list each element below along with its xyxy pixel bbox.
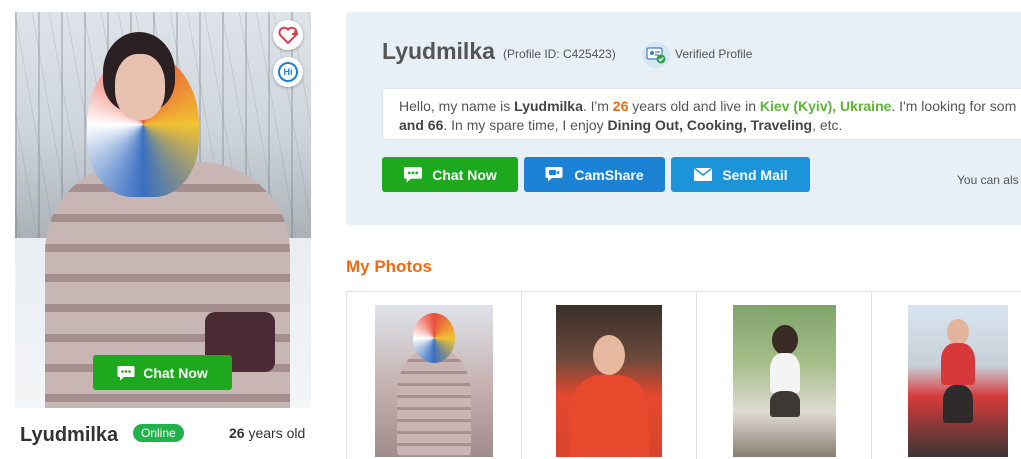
bio-text: . I'm looking for som: [891, 98, 1017, 114]
photo-thumbnail[interactable]: [908, 305, 1008, 457]
send-mail-label: Send Mail: [722, 166, 788, 183]
thumb-figure: [569, 375, 649, 457]
bio-text: . In my spare time, I enjoy: [443, 117, 608, 133]
verified-profile-label: Verified Profile: [675, 47, 753, 61]
thumb-figure: [769, 391, 800, 417]
bio-age: 26: [612, 98, 629, 114]
also-text: You can als: [957, 173, 1019, 187]
photo-thumbnail[interactable]: [375, 305, 493, 457]
bio-text: , etc.: [812, 117, 843, 133]
photo-chat-now-label: Chat Now: [143, 364, 208, 381]
card-age-number: 26: [229, 425, 245, 441]
thumb-face: [593, 335, 625, 375]
camshare-label: CamShare: [574, 166, 644, 183]
thumb-figure: [941, 343, 975, 385]
online-status-badge: Online: [133, 424, 184, 442]
bio-text: . I'm: [582, 98, 613, 114]
thumb-scarf: [413, 313, 455, 363]
my-photos-heading: My Photos: [346, 257, 432, 276]
thumb-figure: [769, 353, 800, 393]
heart-plus-icon: [278, 26, 298, 44]
card-profile-name[interactable]: Lyudmilka: [20, 424, 118, 447]
thumb-face: [947, 319, 969, 345]
card-age: 26 years old: [229, 425, 305, 441]
envelope-icon: [694, 167, 713, 181]
bio-name: Lyudmilka: [514, 98, 583, 114]
say-hi-button[interactable]: Hi: [273, 57, 303, 87]
profile-id-text: (Profile ID: C425423): [503, 47, 616, 61]
card-age-suffix: years old: [244, 425, 306, 441]
photos-grid: [346, 291, 1021, 459]
photo-cell: [522, 292, 697, 459]
photo-chat-now-button[interactable]: Chat Now: [93, 355, 232, 390]
photo-cell: [347, 292, 522, 459]
photo-thumbnail[interactable]: [733, 305, 836, 457]
hi-icon: Hi: [278, 62, 298, 82]
thumb-figure: [771, 325, 798, 355]
thumb-figure: [397, 350, 471, 457]
bio-location: Kiev (Kyiv), Ukraine: [759, 98, 892, 114]
bio-text: years old and live in: [628, 98, 760, 114]
camshare-button[interactable]: CamShare: [524, 157, 665, 192]
chat-now-label: Chat Now: [432, 166, 497, 183]
chat-now-button[interactable]: Chat Now: [382, 157, 518, 192]
main-profile-photo[interactable]: [15, 12, 311, 408]
photo-cell: [872, 292, 1021, 459]
bio-text: Hello, my name is: [399, 98, 515, 114]
photo-face: [115, 54, 165, 120]
thumb-figure: [943, 385, 973, 423]
chat-bubble-icon: [117, 365, 135, 380]
photo-cell: [697, 292, 872, 459]
photo-thumbnail[interactable]: [556, 305, 662, 457]
bio-hobbies: Dining Out, Cooking, Traveling: [607, 117, 813, 133]
add-favorite-button[interactable]: [273, 20, 303, 50]
chat-bubble-icon: [404, 167, 423, 183]
send-mail-button[interactable]: Send Mail: [671, 157, 810, 192]
profile-info-panel: Lyudmilka (Profile ID: C425423) Verified…: [346, 12, 1021, 225]
camshare-icon: [545, 167, 563, 182]
verified-id-icon: [642, 42, 670, 68]
profile-name-heading: Lyudmilka: [382, 38, 495, 64]
bio-age-range: and 66: [399, 117, 444, 133]
bio-text-box: Hello, my name is Lyudmilka. I'm 26 year…: [382, 88, 1021, 140]
